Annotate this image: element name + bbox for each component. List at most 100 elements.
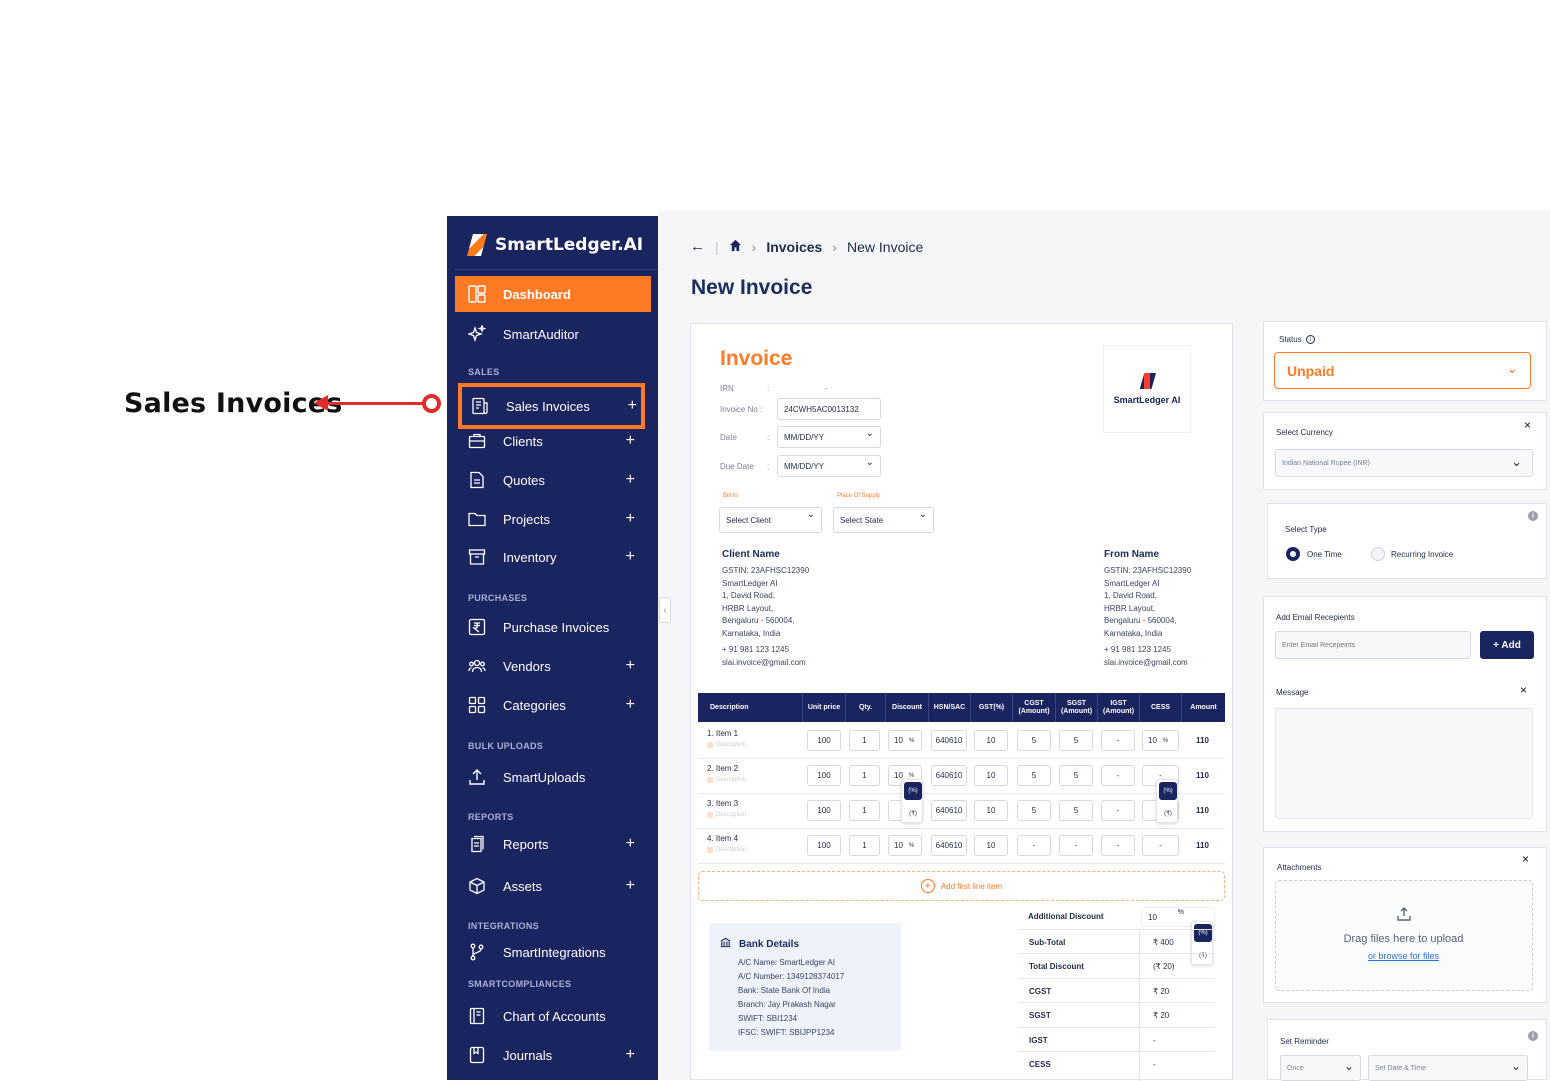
item-igst-input[interactable]: - [1101,835,1135,856]
item-gst-input[interactable]: 10 [974,765,1008,786]
add-inventory-button[interactable]: + [626,548,635,566]
email-input[interactable] [1275,631,1471,659]
sidebar-item-chart-of-accounts[interactable]: Chart of Accounts [455,998,651,1034]
item-cess-input[interactable]: - [1142,835,1179,856]
unit-toggle[interactable]: % [909,738,914,744]
breadcrumb-invoices[interactable]: Invoices [766,239,822,255]
message-textarea[interactable] [1275,708,1533,819]
item-sgst-input[interactable]: 5 [1059,800,1093,821]
percent-option[interactable]: (%) [1159,782,1177,800]
currency-dropdown[interactable]: Indian National Rupee (INR) ⌄ [1275,449,1533,477]
sidebar-item-assets[interactable]: Assets + [455,868,651,904]
add-quote-button[interactable]: + [626,471,635,489]
rupee-option[interactable]: (₹) [1194,946,1212,964]
item-name[interactable]: 2. Item 2 [707,764,738,773]
item-name[interactable]: 1. Item 1 [707,729,738,738]
item-igst-input[interactable]: - [1101,730,1135,751]
add-line-item-button[interactable]: + Add first line item [698,871,1225,901]
back-arrow-icon[interactable]: ← [690,238,705,255]
add-sales-invoice-button[interactable]: + [628,397,637,415]
home-icon[interactable] [729,239,742,255]
info-icon[interactable]: i [1528,1031,1538,1041]
rupee-option[interactable]: (₹) [1159,804,1177,822]
add-vendor-button[interactable]: + [626,657,635,675]
item-gst-input[interactable]: 10 [974,800,1008,821]
sidebar-item-smartauditor[interactable]: SmartAuditor [455,316,651,352]
item-cgst-input[interactable]: - [1017,835,1051,856]
item-disc-input[interactable]: 10% [888,835,922,856]
sidebar-item-vendors[interactable]: Vendors + [455,648,651,684]
sidebar-item-reports[interactable]: Reports + [455,826,651,862]
item-gst-input[interactable]: 10 [974,835,1008,856]
close-icon[interactable]: × [1524,418,1531,432]
percent-option[interactable]: (%) [1194,924,1212,942]
sidebar-item-quotes[interactable]: Quotes + [455,462,651,498]
brand[interactable]: SmartLedger.AI [467,234,643,256]
item-description[interactable]: Description [707,742,746,748]
close-icon[interactable]: × [1522,852,1529,866]
one-time-radio[interactable] [1286,547,1300,561]
item-hsn-input[interactable]: 640610 [931,765,967,786]
item-sgst-input[interactable]: 5 [1059,765,1093,786]
add-asset-button[interactable]: + [626,877,635,895]
add-email-button[interactable]: + Add [1480,631,1534,659]
unit-toggle[interactable]: % [909,843,914,849]
item-igst-input[interactable]: - [1101,800,1135,821]
item-igst-input[interactable]: - [1101,765,1135,786]
item-price-input[interactable]: 100 [807,800,841,821]
add-journal-button[interactable]: + [626,1046,635,1064]
browse-files-link[interactable]: or browse for files [1276,951,1531,961]
item-description[interactable]: Description [707,847,746,853]
sidebar-item-dashboard[interactable]: Dashboard [455,276,651,312]
due-date-picker[interactable]: MM/DD/YY [777,455,881,477]
item-qty-input[interactable]: 1 [849,765,880,786]
discount-type-toggle[interactable]: (%) (₹) [901,779,923,823]
sidebar-item-purchase-invoices[interactable]: Purchase Invoices [455,609,651,645]
item-qty-input[interactable]: 1 [849,730,880,751]
item-description[interactable]: Description [707,812,746,818]
add-client-button[interactable]: + [626,432,635,450]
date-picker[interactable]: MM/DD/YY [777,426,881,448]
item-price-input[interactable]: 100 [807,730,841,751]
additional-discount-toggle[interactable]: (%) (₹) [1191,921,1213,965]
info-icon[interactable]: i [1528,511,1538,521]
item-name[interactable]: 4. Item 4 [707,834,738,843]
sidebar-item-inventory[interactable]: Inventory + [455,539,651,575]
item-sgst-input[interactable]: 5 [1059,730,1093,751]
item-cess-input[interactable]: 10% [1142,730,1179,751]
unit-toggle[interactable]: % [1163,738,1168,744]
sidebar-item-clients[interactable]: Clients + [455,423,651,459]
status-dropdown[interactable]: Unpaid ⌄ [1274,352,1531,389]
add-report-button[interactable]: + [626,835,635,853]
item-disc-input[interactable]: 10% [888,730,922,751]
recurring-radio[interactable] [1371,547,1385,561]
item-sgst-input[interactable]: - [1059,835,1093,856]
item-price-input[interactable]: 100 [807,835,841,856]
item-qty-input[interactable]: 1 [849,800,880,821]
item-price-input[interactable]: 100 [807,765,841,786]
close-icon[interactable]: × [1520,683,1527,697]
reminder-date-dropdown[interactable]: Set Date & Time ⌄ [1368,1055,1528,1081]
add-project-button[interactable]: + [626,510,635,528]
sidebar-item-categories[interactable]: Categories + [455,687,651,723]
file-dropzone[interactable]: Drag files here to upload or browse for … [1275,880,1533,991]
add-category-button[interactable]: + [626,696,635,714]
sidebar-item-smartintegrations[interactable]: SmartIntegrations [455,934,651,970]
percent-option[interactable]: (%) [904,782,922,800]
item-description[interactable]: Description [707,777,746,783]
item-hsn-input[interactable]: 640610 [931,800,967,821]
item-hsn-input[interactable]: 640610 [931,730,967,751]
sidebar-item-smartuploads[interactable]: SmartUploads [455,759,651,795]
item-cgst-input[interactable]: 5 [1017,765,1051,786]
item-name[interactable]: 3. Item 3 [707,799,738,808]
sidebar-item-projects[interactable]: Projects + [455,501,651,537]
cess-type-toggle[interactable]: (%) (₹) [1156,779,1178,823]
reminder-frequency-dropdown[interactable]: Once ⌄ [1280,1055,1361,1081]
sidebar-collapse-button[interactable]: ‹ [659,597,671,623]
invoice-no-field[interactable]: 24CWH5AC0013132 [777,398,881,420]
select-state-dropdown[interactable]: Select State [833,507,934,533]
item-gst-input[interactable]: 10 [974,730,1008,751]
sidebar-item-journals[interactable]: Journals + [455,1037,651,1073]
item-qty-input[interactable]: 1 [849,835,880,856]
item-cgst-input[interactable]: 5 [1017,800,1051,821]
